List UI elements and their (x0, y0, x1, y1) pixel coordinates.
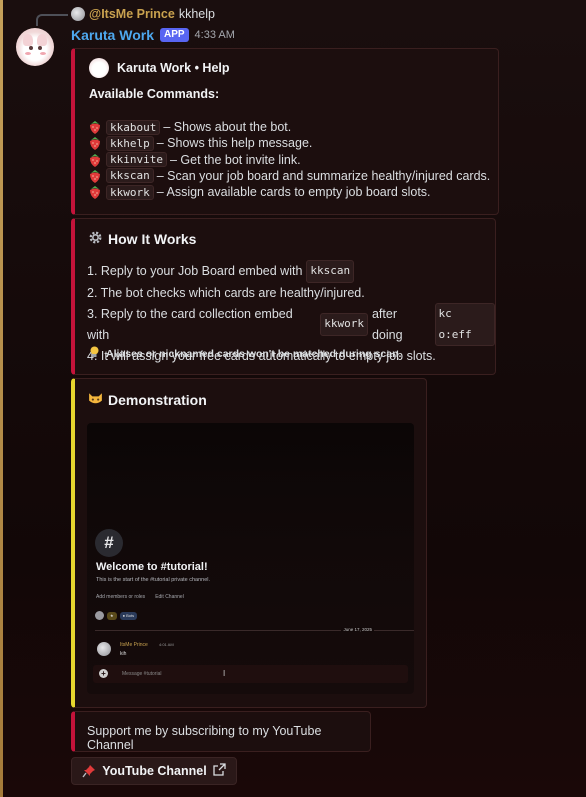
bot-name[interactable]: Karuta Work (71, 27, 154, 43)
command-item: kkwork – Assign available cards to empty… (87, 184, 490, 200)
demo-badges: ★ ● Bots (95, 611, 138, 620)
step-text: 3. Reply to the card collection embed wi… (87, 307, 293, 342)
demo-placeholder: Message #tutorial (122, 671, 162, 677)
reply-connector (36, 14, 68, 26)
demo-msg-avatar (97, 642, 111, 656)
demo-pill: ● Bots (119, 611, 138, 620)
hashtag-icon: # (95, 529, 123, 557)
demo-date: June 17, 2025 (341, 627, 374, 632)
step-code: kc o:eff (434, 303, 496, 346)
author-name: Karuta Work • Help (117, 61, 230, 75)
help-embed: Karuta Work • Help Available Commands: k… (71, 48, 499, 215)
demo-avatar (95, 611, 104, 620)
step-2: 2. The bot checks which cards are health… (87, 283, 495, 304)
step-text: 1. Reply to your Job Board embed with (87, 264, 303, 278)
command-item: kkscan – Scan your job board and summari… (87, 168, 490, 184)
pushpin-icon (82, 764, 96, 778)
command-list: kkabout – Shows about the bot. kkhelp – … (87, 119, 490, 200)
plus-icon: + (99, 669, 108, 678)
demo-title-text: Demonstration (108, 392, 207, 408)
note-text: Aliases or nicknamed cards won't be matc… (106, 348, 402, 360)
bot-avatar[interactable] (16, 28, 54, 66)
how-title-text: How It Works (108, 231, 197, 247)
command-desc: – Assign available cards to empty job bo… (156, 185, 431, 200)
command-desc: – Shows this help message. (156, 136, 313, 151)
reply-reference[interactable]: @ItsMe Prince kkhelp (71, 6, 215, 22)
text-cursor-icon: I (223, 669, 226, 678)
demo-title: Demonstration (87, 390, 207, 410)
command-code: kkinvite (106, 152, 167, 168)
button-label: YouTube Channel (102, 764, 207, 778)
reply-username[interactable]: @ItsMe Prince (89, 7, 175, 21)
lightbulb-icon (89, 346, 100, 362)
reply-avatar (71, 7, 85, 21)
step-text: 2. The bot checks which cards are health… (87, 285, 365, 300)
command-code: kkscan (106, 168, 154, 184)
timestamp: 4:33 AM (194, 29, 235, 41)
support-embed: Support me by subscribing to my YouTube … (71, 711, 371, 752)
strawberry-icon (87, 119, 103, 135)
command-desc: – Scan your job board and summarize heal… (156, 168, 491, 183)
command-code: kkabout (106, 119, 161, 135)
youtube-channel-button[interactable]: YouTube Channel (71, 757, 237, 785)
external-link-icon (213, 763, 226, 779)
left-accent-bar (0, 0, 3, 797)
demo-edit-channel: Edit Channel (155, 594, 184, 600)
command-item: kkinvite – Get the bot invite link. (87, 152, 490, 168)
how-it-works-embed: How It Works 1. Reply to your Job Board … (71, 218, 496, 375)
command-item: kkabout – Shows about the bot. (87, 119, 490, 135)
command-code: kkwork (106, 184, 154, 200)
command-code: kkhelp (106, 135, 154, 151)
demo-actions: Add members or roles Edit Channel (96, 594, 184, 600)
demo-msg-time: 4:01 AM (159, 642, 174, 647)
reply-text: kkhelp (178, 7, 215, 21)
command-desc: – Shows about the bot. (163, 120, 292, 134)
demo-message-input: + Message #tutorial I (93, 665, 408, 683)
message-header: Karuta Work APP 4:33 AM (71, 27, 235, 43)
author-icon (89, 58, 109, 78)
demo-msg-name: ItsMe Prince (120, 642, 148, 648)
demo-welcome: Welcome to #tutorial! (96, 561, 208, 573)
embed-author: Karuta Work • Help (89, 58, 230, 78)
step-1: 1. Reply to your Job Board embed with kks… (87, 260, 495, 283)
strawberry-icon (87, 184, 103, 200)
strawberry-icon (87, 135, 103, 151)
demo-msg-text: kih (120, 651, 127, 657)
how-title: How It Works (87, 229, 196, 249)
demo-pill: ★ (107, 611, 117, 620)
demonstration-embed: Demonstration # Welcome to #tutorial! Th… (71, 378, 427, 708)
help-title: Available Commands: (89, 87, 220, 101)
step-code: kkwork (320, 313, 368, 336)
support-text: Support me by subscribing to my YouTube … (87, 724, 322, 752)
cat-face-icon (87, 390, 104, 410)
demo-image[interactable]: # Welcome to #tutorial! This is the star… (87, 423, 414, 694)
step-text: after doing (371, 307, 403, 342)
step-code: kkscan (306, 260, 355, 283)
app-badge: APP (159, 28, 189, 42)
demo-start-text: This is the start of the #tutorial priva… (96, 577, 211, 583)
command-item: kkhelp – Shows this help message. (87, 135, 490, 151)
note: Aliases or nicknamed cards won't be matc… (89, 346, 401, 362)
step-3: 3. Reply to the card collection embed wi… (87, 303, 496, 346)
strawberry-icon (87, 152, 103, 168)
strawberry-icon (87, 168, 103, 184)
demo-add-members: Add members or roles (96, 594, 146, 600)
command-desc: – Get the bot invite link. (169, 152, 301, 167)
gear-icon (87, 229, 104, 249)
